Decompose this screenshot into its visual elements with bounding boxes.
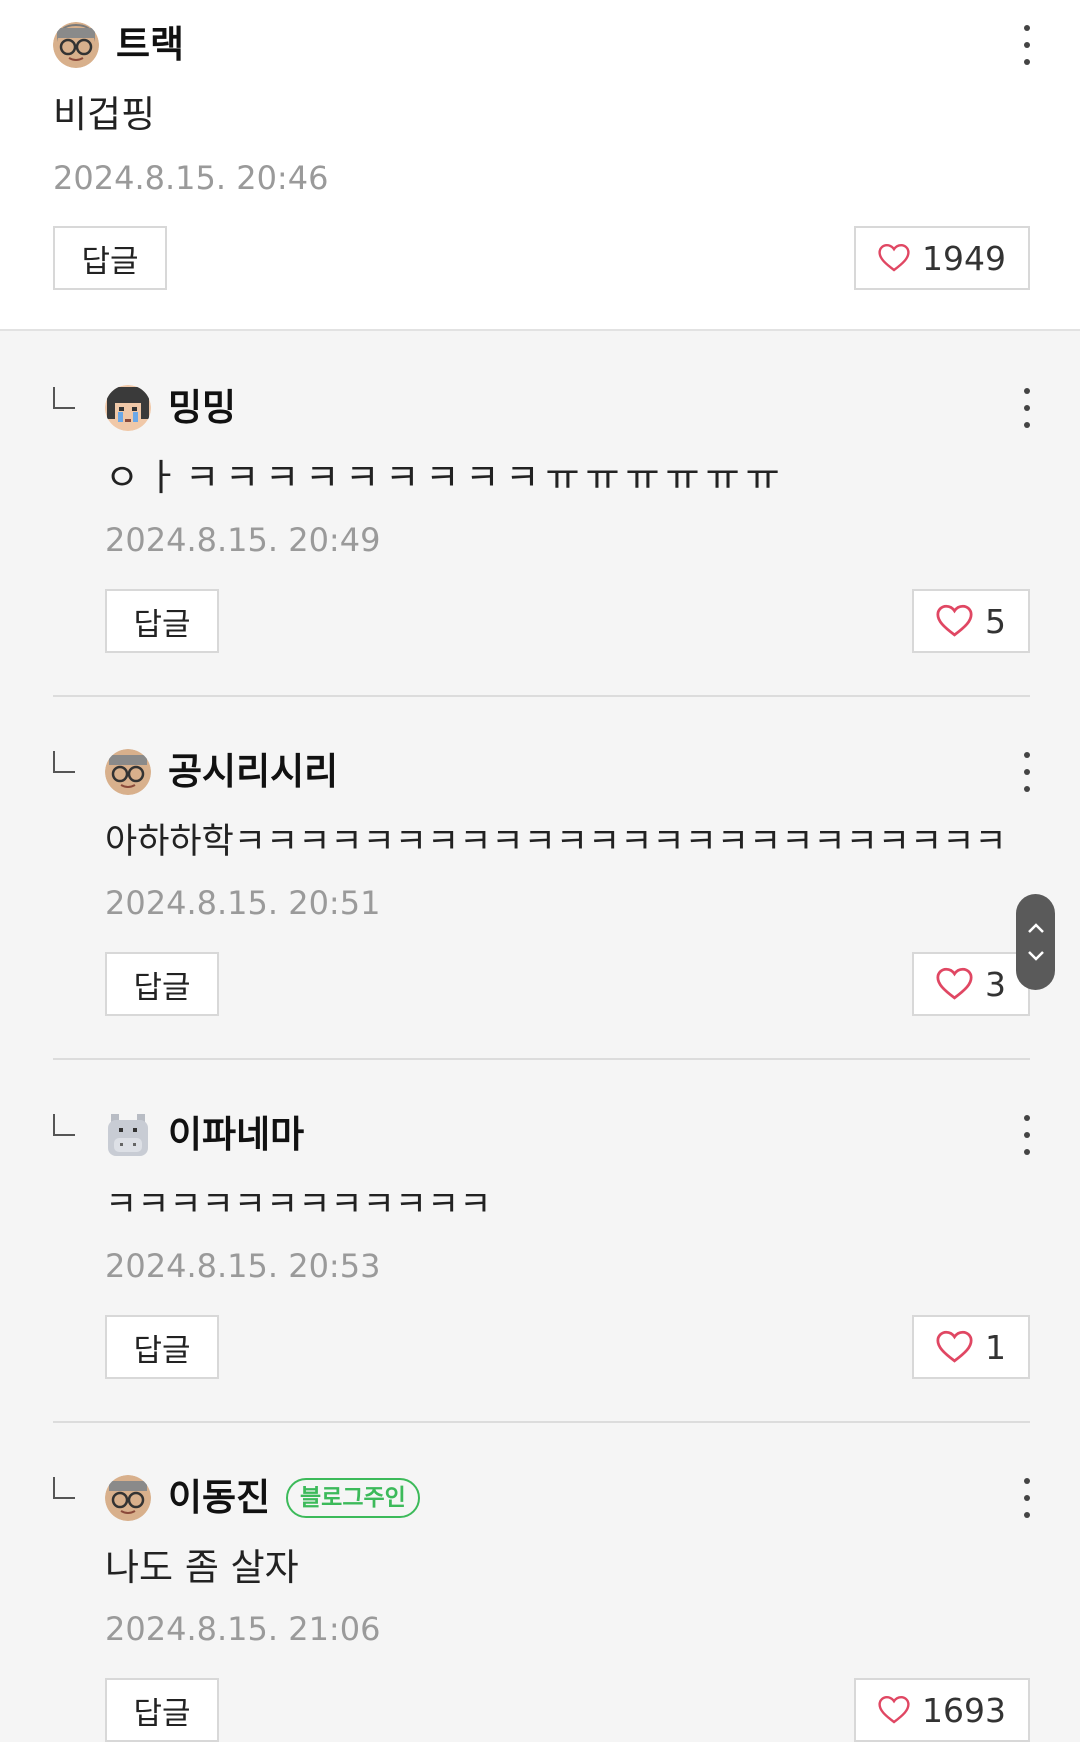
- like-button[interactable]: 1949: [854, 226, 1030, 290]
- comment-nickname[interactable]: 공시리시리: [168, 749, 338, 795]
- reply-indicator-icon: [53, 1477, 75, 1499]
- avatar-glasses[interactable]: [105, 749, 151, 795]
- comment-date: 2024.8.15. 20:49: [105, 521, 381, 559]
- like-button[interactable]: 5: [912, 589, 1030, 653]
- more-vertical-icon[interactable]: [1017, 752, 1037, 792]
- avatar-glasses[interactable]: [105, 1475, 151, 1521]
- comment-nickname[interactable]: 이동진: [168, 1475, 270, 1521]
- more-vertical-icon[interactable]: [1017, 1115, 1037, 1155]
- like-count: 3: [985, 964, 1006, 1004]
- comment-date: 2024.8.15. 20:53: [105, 1247, 381, 1285]
- heart-outline-icon: [936, 604, 973, 637]
- reply-button[interactable]: 답글: [105, 589, 219, 653]
- divider: [53, 1058, 1030, 1060]
- scroll-widget[interactable]: [1016, 894, 1055, 990]
- more-vertical-icon[interactable]: [1017, 1478, 1037, 1518]
- avatar-glasses[interactable]: [53, 22, 99, 68]
- comment-text: 아하하학ㅋㅋㅋㅋㅋㅋㅋㅋㅋㅋㅋㅋㅋㅋㅋㅋㅋㅋㅋㅋㅋㅋㅋㅋ: [105, 822, 1007, 862]
- reply-indicator-icon: [53, 387, 75, 409]
- comment-nickname[interactable]: 밍밍: [168, 385, 236, 431]
- like-button[interactable]: 1693: [854, 1678, 1030, 1742]
- heart-outline-icon: [878, 243, 910, 272]
- like-count: 1949: [922, 238, 1006, 278]
- reply-indicator-icon: [53, 1114, 75, 1136]
- divider: [53, 695, 1030, 697]
- more-vertical-icon[interactable]: [1017, 388, 1037, 428]
- comment-nickname[interactable]: 이파네마: [168, 1112, 304, 1158]
- heart-outline-icon: [936, 1330, 973, 1363]
- comment-item-main: 트랙 비겁핑 2024.8.15. 20:46 답글 1949: [0, 0, 1080, 331]
- heart-outline-icon: [878, 1695, 910, 1724]
- comment-date: 2024.8.15. 20:46: [53, 159, 329, 197]
- avatar-crying[interactable]: [105, 385, 151, 431]
- chevron-up-icon[interactable]: [1026, 921, 1046, 935]
- comment-list: 트랙 비겁핑 2024.8.15. 20:46 답글 1949 밍밍 ㅇㅏㅋㅋㅋ…: [0, 0, 1080, 1742]
- chevron-down-icon[interactable]: [1026, 949, 1046, 963]
- comment-date: 2024.8.15. 21:06: [105, 1610, 381, 1648]
- more-vertical-icon[interactable]: [1017, 25, 1037, 65]
- divider: [53, 1421, 1030, 1423]
- comment-text: ㅇㅏㅋㅋㅋㅋㅋㅋㅋㅋㅋㅠㅠㅠㅠㅠㅠ: [105, 456, 786, 499]
- comment-text: 비겁핑: [53, 93, 156, 136]
- like-count: 1: [985, 1327, 1006, 1367]
- like-count: 1693: [922, 1690, 1006, 1730]
- like-button[interactable]: 3: [912, 952, 1030, 1016]
- reply-button[interactable]: 답글: [105, 1315, 219, 1379]
- comment-text: 나도 좀 살자: [105, 1546, 299, 1589]
- comment-nickname[interactable]: 트랙: [116, 22, 184, 68]
- reply-button[interactable]: 답글: [53, 226, 167, 290]
- heart-outline-icon: [936, 967, 973, 1000]
- reply-indicator-icon: [53, 751, 75, 773]
- blog-owner-badge: 블로그주인: [286, 1478, 420, 1518]
- comment-text: ㅋㅋㅋㅋㅋㅋㅋㅋㅋㅋㅋㅋ: [105, 1185, 492, 1225]
- reply-button[interactable]: 답글: [105, 952, 219, 1016]
- comment-date: 2024.8.15. 20:51: [105, 884, 381, 922]
- avatar-hippo[interactable]: [105, 1112, 151, 1158]
- like-button[interactable]: 1: [912, 1315, 1030, 1379]
- reply-button[interactable]: 답글: [105, 1678, 219, 1742]
- like-count: 5: [985, 601, 1006, 641]
